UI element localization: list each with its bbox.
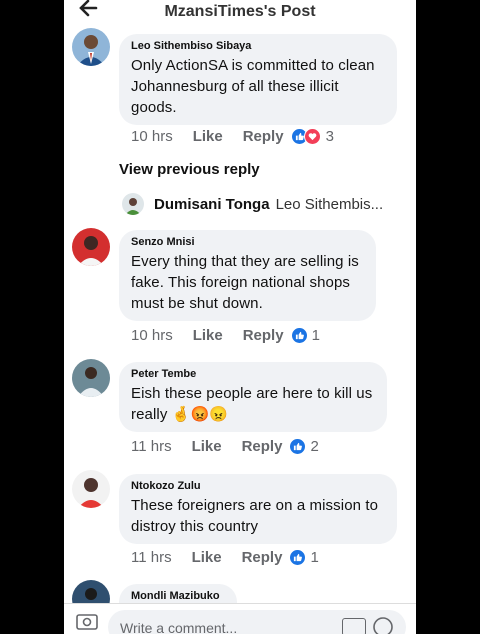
comment-author[interactable]: Mondli Mazibuko: [131, 590, 225, 602]
reply-button[interactable]: Reply: [242, 549, 283, 566]
comment-text: These foreigners are on a mission to dis…: [131, 497, 379, 535]
comment-time[interactable]: 11 hrs: [131, 549, 172, 566]
comment-author[interactable]: Senzo Mnisi: [131, 236, 364, 248]
reply-button[interactable]: Reply: [243, 327, 284, 344]
reaction-count: 3: [325, 128, 334, 145]
comment-actions: 11 hrs Like Reply 1: [131, 549, 319, 566]
comment-emojis: 🤞😡😠: [171, 406, 229, 423]
emoji-icon[interactable]: [372, 616, 394, 634]
like-button[interactable]: Like: [192, 438, 222, 455]
comment-actions: 11 hrs Like Reply 2: [131, 438, 319, 455]
comment-author[interactable]: Ntokozo Zulu: [131, 480, 385, 492]
comment-text: Only ActionSA is committed to clean Joha…: [131, 57, 375, 116]
comment-text: Eish these people are here to kill us re…: [131, 383, 375, 425]
like-button[interactable]: Like: [193, 327, 223, 344]
comment-text: Every thing that they are selling is fak…: [131, 253, 359, 312]
page-title: MzansiTimes's Post: [164, 3, 316, 20]
comment-author[interactable]: Leo Sithembiso Sibaya: [131, 40, 385, 52]
reaction-count: 1: [310, 549, 319, 566]
avatar[interactable]: [72, 28, 110, 66]
comment-input-placeholder: Write a comment...: [120, 620, 238, 634]
like-reaction-icon: [291, 328, 307, 343]
avatar: [122, 193, 144, 215]
camera-icon[interactable]: [76, 612, 98, 634]
comment-input[interactable]: Write a comment...: [108, 610, 406, 634]
comment-bubble[interactable]: Leo Sithembiso Sibaya Only ActionSA is c…: [119, 34, 397, 125]
like-button[interactable]: Like: [192, 549, 222, 566]
comment-bubble[interactable]: Peter Tembe Eish these people are here t…: [119, 362, 387, 432]
comment-author[interactable]: Peter Tembe: [131, 368, 375, 380]
comment-actions: 10 hrs Like Reply 3: [131, 128, 334, 145]
like-reaction-icon: [290, 439, 306, 454]
reaction-summary[interactable]: 1: [290, 549, 319, 566]
reaction-summary[interactable]: 2: [290, 438, 319, 455]
post-screen: MzansiTimes's Post Leo Sithembiso Sibaya…: [64, 0, 416, 634]
reaction-count: 2: [310, 438, 319, 455]
reaction-count: 1: [311, 327, 320, 344]
comment-time[interactable]: 10 hrs: [131, 128, 173, 145]
reaction-summary[interactable]: 3: [291, 128, 334, 145]
comment-bubble[interactable]: Ntokozo Zulu These foreigners are on a m…: [119, 474, 397, 544]
reply-button[interactable]: Reply: [243, 128, 284, 145]
reply-preview[interactable]: Dumisani Tonga Leo Sithembis...: [122, 193, 383, 215]
reply-author[interactable]: Dumisani Tonga: [154, 196, 270, 213]
like-reaction-icon: [290, 550, 306, 565]
comment-time[interactable]: 10 hrs: [131, 327, 173, 344]
avatar[interactable]: [72, 228, 110, 266]
avatar[interactable]: [72, 470, 110, 508]
comment-text-body: Eish these people are here to kill us re…: [131, 385, 373, 423]
view-previous-reply-link[interactable]: View previous reply: [119, 161, 260, 178]
reaction-summary[interactable]: 1: [291, 327, 320, 344]
like-button[interactable]: Like: [193, 128, 223, 145]
gif-icon[interactable]: [342, 618, 366, 634]
comment-bubble[interactable]: Senzo Mnisi Every thing that they are se…: [119, 230, 376, 321]
comment-actions: 10 hrs Like Reply 1: [131, 327, 320, 344]
reply-button[interactable]: Reply: [242, 438, 283, 455]
love-reaction-icon: [303, 128, 321, 145]
top-bar: MzansiTimes's Post: [64, 0, 416, 30]
comment-time[interactable]: 11 hrs: [131, 438, 172, 455]
comment-composer: Write a comment...: [64, 603, 416, 634]
reply-snippet: Leo Sithembis...: [275, 195, 384, 213]
avatar[interactable]: [72, 359, 110, 397]
